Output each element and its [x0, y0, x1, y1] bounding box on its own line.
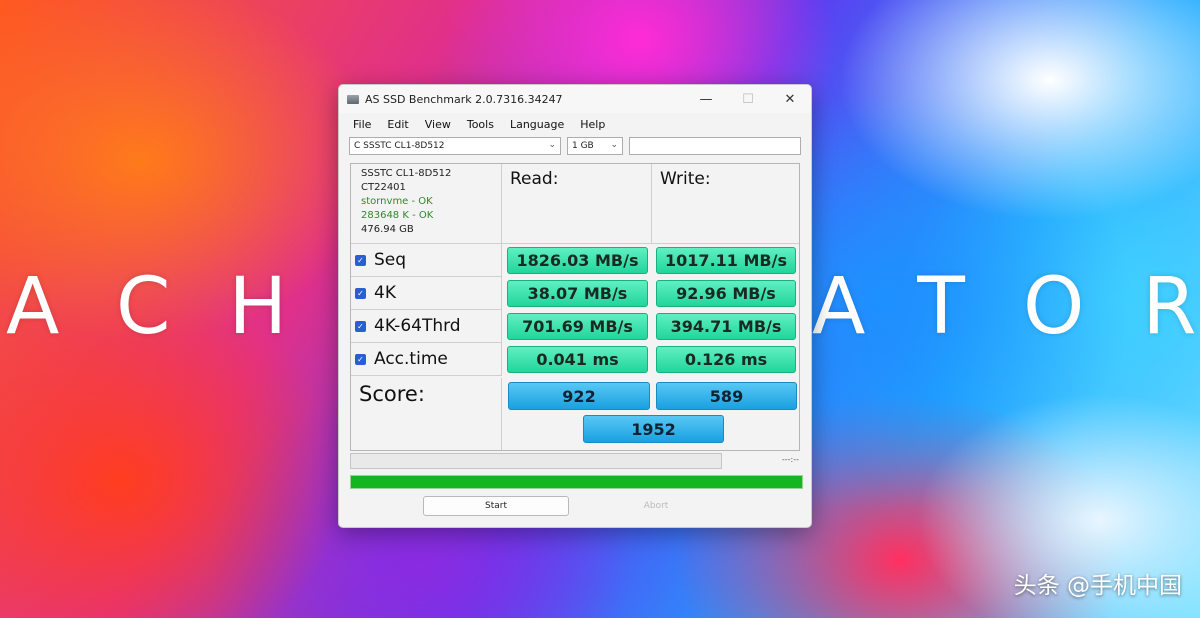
menu-view[interactable]: View — [417, 118, 459, 131]
start-button[interactable]: Start — [423, 496, 569, 516]
write-column-header: Write: — [652, 164, 799, 244]
4k-read-result: 38.07 MB/s — [507, 280, 648, 307]
row-label: 4K-64Thrd — [374, 316, 461, 336]
abort-button[interactable]: Abort — [583, 496, 729, 516]
menu-help[interactable]: Help — [572, 118, 613, 131]
progress-fill — [351, 476, 802, 488]
row-acc-time[interactable]: ✓ Acc.time — [351, 343, 502, 376]
alignment-status: 283648 K - OK — [361, 210, 434, 221]
menu-tools[interactable]: Tools — [459, 118, 502, 131]
seq-write-result: 1017.11 MB/s — [656, 247, 796, 274]
drive-icon — [347, 94, 359, 104]
chevron-down-icon: ⌄ — [610, 140, 618, 150]
drive-capacity: 476.94 GB — [361, 224, 414, 235]
checkbox-icon[interactable]: ✓ — [355, 353, 366, 365]
checkbox-icon[interactable]: ✓ — [355, 287, 366, 299]
menu-bar: File Edit View Tools Language Help — [339, 113, 811, 135]
checkbox-icon[interactable]: ✓ — [355, 254, 366, 266]
background-text-right: ATOR — [812, 262, 1197, 352]
row-label: Seq — [374, 250, 407, 270]
drive-firmware: CT22401 — [361, 182, 406, 193]
window-title: AS SSD Benchmark 2.0.7316.34247 — [365, 92, 563, 106]
read-column-header: Read: — [502, 164, 652, 244]
blank-field — [629, 137, 801, 155]
results-grid: SSSTC CL1-8D512 CT22401 stornvme - OK 28… — [350, 163, 800, 451]
minimize-button[interactable]: — — [685, 85, 727, 113]
4k-write-result: 92.96 MB/s — [656, 280, 796, 307]
row-4k-64thrd[interactable]: ✓ 4K-64Thrd — [351, 310, 502, 343]
elapsed-time: ---:-- — [781, 455, 799, 464]
title-bar[interactable]: AS SSD Benchmark 2.0.7316.34247 — ☐ ✕ — [339, 85, 811, 113]
row-label: 4K — [374, 283, 396, 303]
size-select-value: 1 GB — [572, 141, 594, 151]
seq-read-result: 1826.03 MB/s — [507, 247, 648, 274]
progress-bar — [350, 475, 803, 489]
benchmark-window: AS SSD Benchmark 2.0.7316.34247 — ☐ ✕ Fi… — [338, 84, 812, 528]
row-4k[interactable]: ✓ 4K — [351, 277, 502, 310]
4k64-write-result: 394.71 MB/s — [656, 313, 796, 340]
row-label: Acc.time — [374, 349, 448, 369]
background-text-left: ACH — [6, 262, 346, 352]
acc-write-result: 0.126 ms — [656, 346, 796, 373]
drive-model: SSSTC CL1-8D512 — [361, 168, 452, 179]
read-score: 922 — [508, 382, 650, 410]
checkbox-icon[interactable]: ✓ — [355, 320, 366, 332]
maximize-button[interactable]: ☐ — [727, 85, 769, 113]
row-seq[interactable]: ✓ Seq — [351, 244, 502, 277]
menu-edit[interactable]: Edit — [379, 118, 416, 131]
close-button[interactable]: ✕ — [769, 85, 811, 113]
score-label: Score: — [351, 378, 502, 450]
driver-status: stornvme - OK — [361, 196, 433, 207]
drive-select[interactable]: C SSSTC CL1-8D512 ⌄ — [349, 137, 561, 155]
menu-language[interactable]: Language — [502, 118, 572, 131]
acc-read-result: 0.041 ms — [507, 346, 648, 373]
toolbar: C SSSTC CL1-8D512 ⌄ 1 GB ⌄ — [339, 135, 811, 157]
size-select[interactable]: 1 GB ⌄ — [567, 137, 623, 155]
drive-select-value: C SSSTC CL1-8D512 — [354, 141, 445, 151]
4k64-read-result: 701.69 MB/s — [507, 313, 648, 340]
watermark: 头条 @手机中国 — [1013, 573, 1182, 599]
status-field — [350, 453, 722, 469]
write-score: 589 — [656, 382, 797, 410]
drive-info: SSSTC CL1-8D512 CT22401 stornvme - OK 28… — [351, 164, 502, 244]
menu-file[interactable]: File — [345, 118, 379, 131]
total-score: 1952 — [583, 415, 724, 443]
chevron-down-icon: ⌄ — [548, 140, 556, 150]
